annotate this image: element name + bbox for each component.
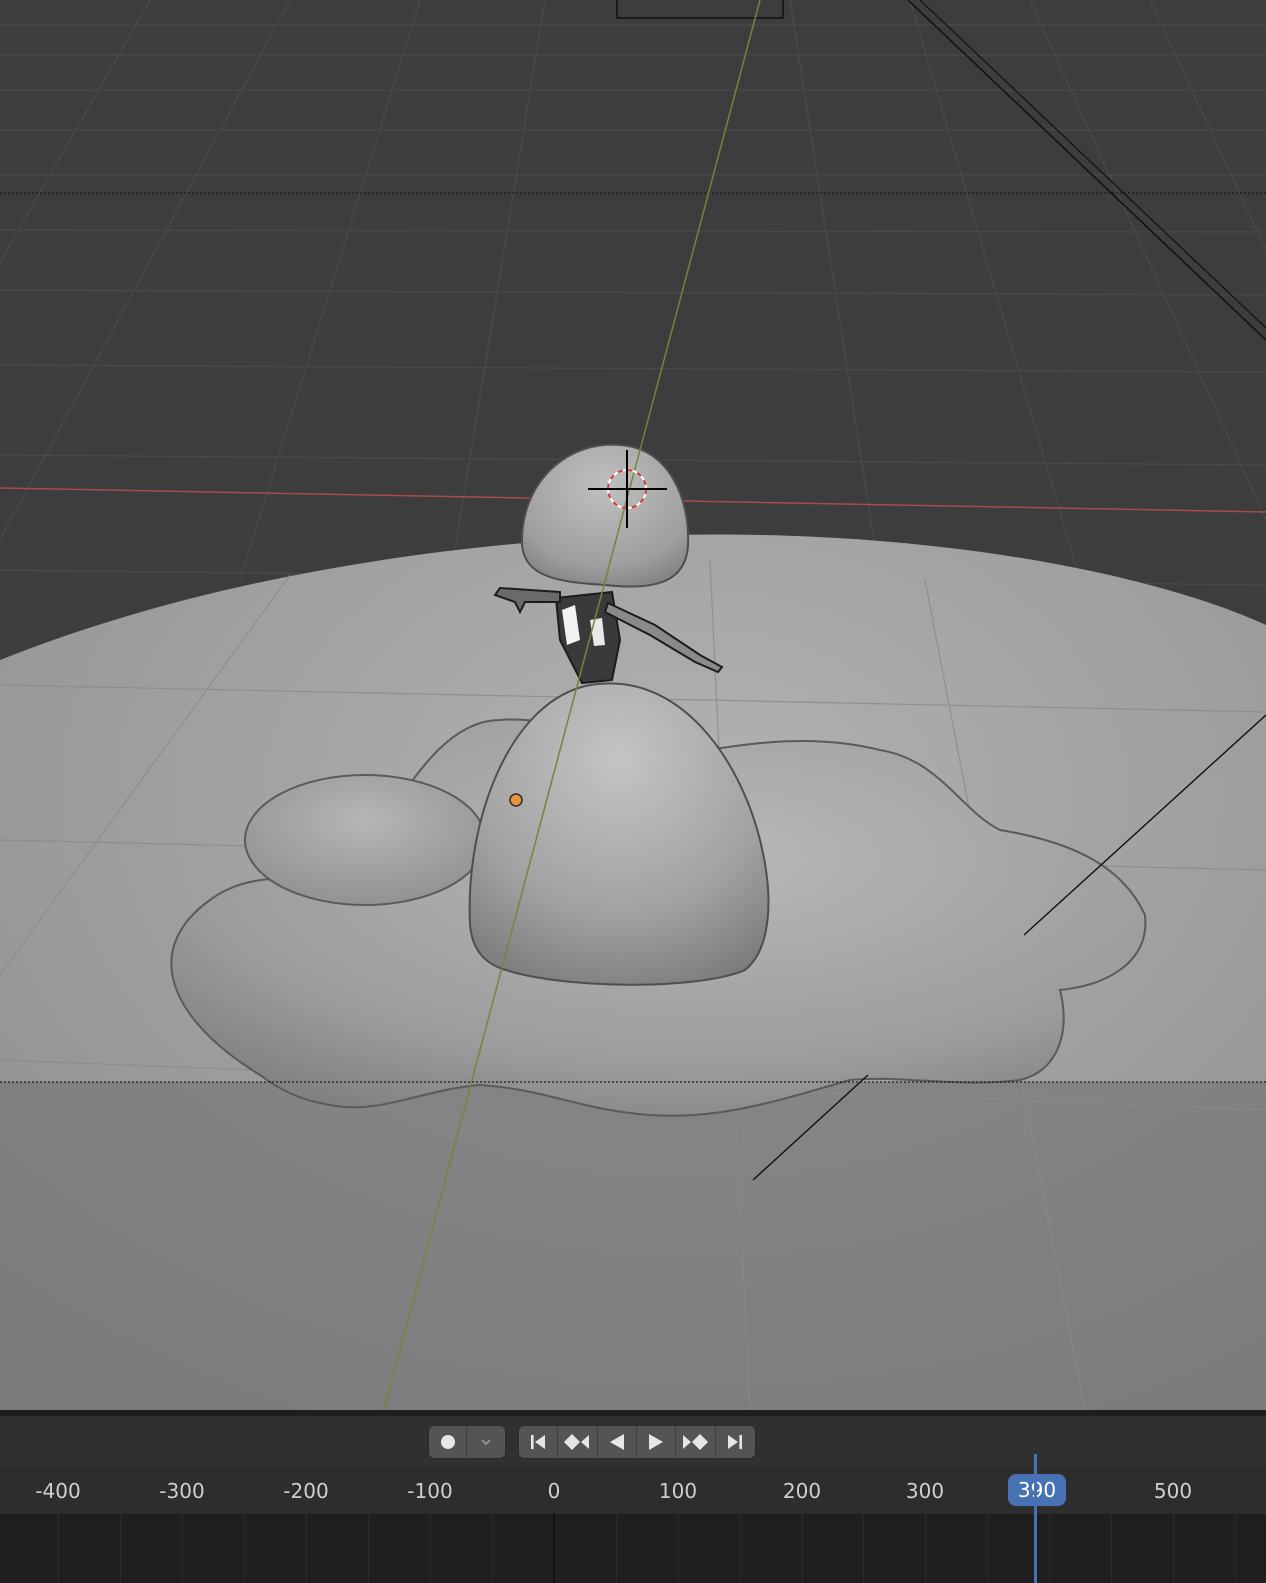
transport-bar — [0, 1416, 1266, 1468]
playhead-line[interactable] — [1034, 1454, 1037, 1583]
jump-to-end-button[interactable] — [716, 1426, 755, 1458]
grid-line — [58, 1514, 59, 1583]
play-reverse-icon — [607, 1432, 627, 1452]
blender-window: -400 -300 -200 -100 0 100 200 300 500 39… — [0, 0, 1266, 1583]
frame-zero-line — [553, 1514, 555, 1583]
grid-line — [863, 1514, 864, 1583]
prev-keyframe-icon — [564, 1432, 590, 1452]
grid-line — [1235, 1514, 1236, 1583]
grid-line — [244, 1514, 245, 1583]
auto-keying-menu-button[interactable] — [467, 1426, 505, 1458]
play-reverse-button[interactable] — [598, 1426, 637, 1458]
jump-to-start-button[interactable] — [519, 1426, 559, 1458]
jump-start-icon — [528, 1432, 548, 1452]
jump-to-next-keyframe-button[interactable] — [676, 1426, 716, 1458]
grid-line — [1049, 1514, 1050, 1583]
keyframe-track-area[interactable] — [0, 1514, 1266, 1583]
frame-ruler[interactable]: -400 -300 -200 -100 0 100 200 300 500 39… — [0, 1468, 1266, 1514]
ruler-label: -200 — [283, 1479, 329, 1503]
record-dot-icon — [440, 1434, 456, 1450]
grid-line — [678, 1514, 679, 1583]
auto-keying-group — [428, 1425, 506, 1459]
grid-line — [925, 1514, 926, 1583]
ruler-label: 0 — [547, 1479, 561, 1503]
grid-line — [182, 1514, 183, 1583]
play-button[interactable] — [637, 1426, 677, 1458]
next-keyframe-icon — [682, 1432, 709, 1452]
jump-to-prev-keyframe-button[interactable] — [558, 1426, 598, 1458]
grid-line — [616, 1514, 617, 1583]
grid-line — [430, 1514, 431, 1583]
ruler-label: 100 — [658, 1479, 698, 1503]
grid-line — [802, 1514, 803, 1583]
jump-end-icon — [725, 1432, 745, 1452]
ruler-label: -400 — [35, 1479, 81, 1503]
grid-line — [368, 1514, 369, 1583]
current-frame-indicator[interactable]: 390 — [1008, 1474, 1066, 1506]
timeline-editor[interactable]: -400 -300 -200 -100 0 100 200 300 500 39… — [0, 1416, 1266, 1583]
grid-line — [492, 1514, 493, 1583]
auto-keying-button[interactable] — [429, 1426, 467, 1458]
play-icon — [646, 1432, 666, 1452]
grid-line — [1111, 1514, 1112, 1583]
object-origin-dot — [509, 793, 523, 807]
playback-controls — [518, 1425, 756, 1459]
blob-lobe-left — [244, 774, 486, 906]
ruler-label: 300 — [905, 1479, 945, 1503]
ruler-label: 200 — [782, 1479, 822, 1503]
grid-line — [120, 1514, 121, 1583]
ruler-label: 500 — [1153, 1479, 1193, 1503]
grid-line — [306, 1514, 307, 1583]
grid-line — [987, 1514, 988, 1583]
chevron-down-icon — [479, 1435, 493, 1449]
ruler-label: -100 — [407, 1479, 453, 1503]
grid-line — [1173, 1514, 1174, 1583]
3d-viewport[interactable] — [0, 0, 1266, 1410]
grid-line — [740, 1514, 741, 1583]
ruler-label: -300 — [159, 1479, 205, 1503]
